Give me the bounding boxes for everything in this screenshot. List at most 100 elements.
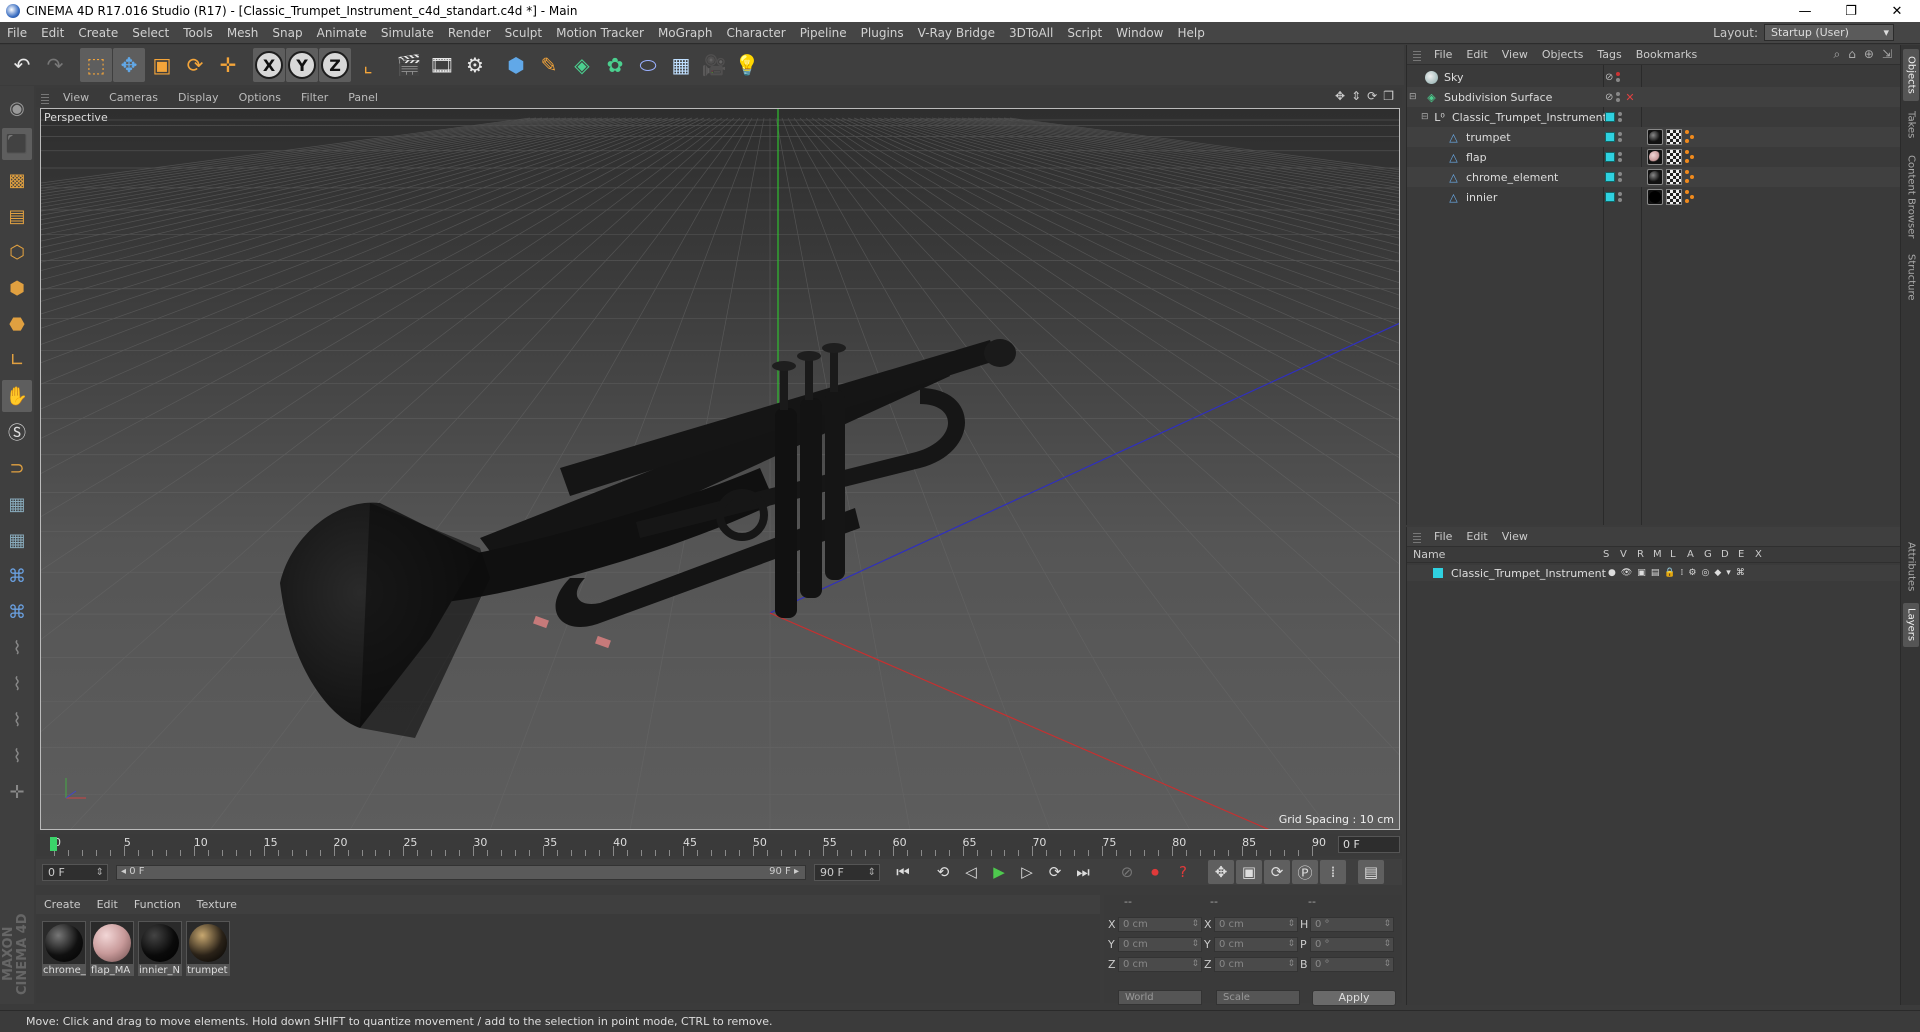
mograph-cloner-icon[interactable]: ✿: [599, 48, 631, 82]
model-mode-icon[interactable]: ⬛: [2, 128, 32, 160]
layer-column-manager[interactable]: M: [1653, 549, 1662, 560]
object-row-flap[interactable]: △ flap: [1407, 147, 1901, 167]
workplane-mode-icon[interactable]: ▤: [2, 200, 32, 232]
key-parameter-icon[interactable]: Ⓟ: [1292, 860, 1318, 884]
deformer-icon[interactable]: ⬭: [632, 48, 664, 82]
expand-icon[interactable]: ⇲: [1882, 47, 1892, 62]
rotation-h-field[interactable]: 0 °: [1310, 917, 1394, 932]
menu-snap[interactable]: Snap: [265, 26, 309, 40]
key-scale-icon[interactable]: ▣: [1236, 860, 1262, 884]
size-mode-dropdown[interactable]: Scale: [1216, 990, 1300, 1005]
uvw-tag-icon[interactable]: [1666, 189, 1682, 205]
x-axis-lock-button[interactable]: X: [253, 48, 285, 82]
objects-menu-bookmarks[interactable]: Bookmarks: [1629, 48, 1704, 61]
z-axis-lock-button[interactable]: Z: [319, 48, 351, 82]
timeline-playhead[interactable]: [50, 837, 57, 851]
layer-color-swatch[interactable]: [1605, 172, 1615, 182]
layer-column-generators[interactable]: G: [1704, 549, 1712, 560]
layer-row[interactable]: Classic_Trumpet_Instrument ● 👁 ▣ ▤ 🔒 ⁞ ⚙ ◎ ◆ ▾ ⌘: [1407, 565, 1901, 581]
uvw-tag-icon[interactable]: [1666, 149, 1682, 165]
coordinate-space-dropdown[interactable]: World: [1118, 990, 1202, 1005]
floor-scene-icon[interactable]: ▦: [665, 48, 697, 82]
tab-layers[interactable]: Layers: [1903, 603, 1919, 647]
menu-sculpt[interactable]: Sculpt: [498, 26, 549, 40]
close-button[interactable]: ✕: [1874, 0, 1920, 22]
viewport-menu-filter[interactable]: Filter: [291, 91, 338, 104]
viewport-move-icon[interactable]: ✥: [1335, 89, 1345, 103]
timeline[interactable]: 0 5 10 15 20 25 30 35 40 45 50 55 60 65 70 75 80 85 90 0 F: [36, 834, 1402, 856]
layers-menu-view[interactable]: View: [1495, 530, 1535, 543]
size-y-field[interactable]: 0 cm: [1214, 937, 1298, 952]
play-icon[interactable]: ▶: [986, 860, 1012, 884]
menu-pipeline[interactable]: Pipeline: [793, 26, 854, 40]
rotation-b-field[interactable]: 0 °: [1310, 957, 1394, 972]
menu-select[interactable]: Select: [125, 26, 176, 40]
uvw-tag-icon[interactable]: [1666, 169, 1682, 185]
next-frame-icon[interactable]: ▷: [1014, 860, 1040, 884]
layer-color-swatch[interactable]: [1433, 568, 1443, 578]
layer-column-xref[interactable]: X: [1755, 549, 1762, 560]
end-frame-field[interactable]: 90 F: [814, 863, 880, 881]
material-menu-create[interactable]: Create: [36, 898, 89, 911]
paint-tool-icon[interactable]: ⌇: [2, 668, 32, 700]
tweak-mode-icon[interactable]: ✋: [2, 380, 32, 412]
rotation-p-field[interactable]: 0 °: [1310, 937, 1394, 952]
layer-color-swatch[interactable]: [1605, 152, 1615, 162]
render-settings-icon[interactable]: ⚙: [459, 48, 491, 82]
viewport-menu-panel[interactable]: Panel: [338, 91, 388, 104]
tab-takes[interactable]: Takes: [1903, 105, 1919, 145]
subdivision-icon[interactable]: ◈: [566, 48, 598, 82]
menu-file[interactable]: File: [0, 26, 34, 40]
objects-menu-view[interactable]: View: [1495, 48, 1535, 61]
texture-mode-icon[interactable]: ▩: [2, 164, 32, 196]
layer-column-render[interactable]: R: [1637, 549, 1644, 560]
live-selection-icon[interactable]: ⬚: [80, 48, 112, 82]
menu-help[interactable]: Help: [1170, 26, 1211, 40]
menu-tools[interactable]: Tools: [176, 26, 220, 40]
move-tool-icon[interactable]: ✥: [113, 48, 145, 82]
python-script-icon[interactable]: ⌘: [2, 596, 32, 628]
object-row-sky[interactable]: Sky ⊘: [1407, 67, 1901, 87]
objects-menu-objects[interactable]: Objects: [1535, 48, 1591, 61]
layers-menu-file[interactable]: File: [1427, 530, 1459, 543]
menu-render[interactable]: Render: [441, 26, 498, 40]
menu-simulate[interactable]: Simulate: [374, 26, 441, 40]
material-innier[interactable]: innier_N: [138, 921, 182, 976]
workplane-grid-icon[interactable]: ▦: [2, 524, 32, 556]
position-z-field[interactable]: 0 cm: [1118, 957, 1202, 972]
layer-flag-icons[interactable]: ● 👁 ▣ ▤ 🔒 ⁞ ⚙ ◎ ◆ ▾ ⌘: [1608, 568, 1745, 578]
goto-end-icon[interactable]: ⏭: [1070, 860, 1096, 884]
brush-tool-icon[interactable]: ⌇: [2, 704, 32, 736]
edit-tag-icon[interactable]: ⊘: [1605, 92, 1613, 103]
scale-tool-icon[interactable]: ▣: [146, 48, 178, 82]
snap-icon[interactable]: Ⓢ: [2, 416, 32, 448]
viewport-menu-cameras[interactable]: Cameras: [99, 91, 168, 104]
layer-column-animation[interactable]: A: [1687, 549, 1694, 560]
viewport-rotate-icon[interactable]: ⟳: [1367, 89, 1377, 103]
layer-color-swatch[interactable]: [1605, 192, 1615, 202]
material-tag-icon[interactable]: [1647, 129, 1663, 145]
coordinate-system-icon[interactable]: ⌞: [352, 48, 384, 82]
cube-primitive-icon[interactable]: ⬢: [500, 48, 532, 82]
object-row-trumpet[interactable]: △ trumpet: [1407, 127, 1901, 147]
material-tag-icon[interactable]: [1647, 149, 1663, 165]
material-tag-icon[interactable]: [1647, 169, 1663, 185]
record-active-icon[interactable]: ⏺: [1142, 860, 1168, 884]
layers-menu-edit[interactable]: Edit: [1459, 530, 1494, 543]
material-trumpet[interactable]: trumpet: [186, 921, 230, 976]
size-x-field[interactable]: 0 cm: [1214, 917, 1298, 932]
home-icon[interactable]: ⌂: [1848, 47, 1856, 62]
bend-tool-icon[interactable]: ⌇: [2, 632, 32, 664]
layer-column-deformers[interactable]: D: [1721, 549, 1729, 560]
redo-icon[interactable]: ↷: [39, 48, 71, 82]
polygons-mode-icon[interactable]: ⬣: [2, 308, 32, 340]
move-plus-icon[interactable]: ✛: [212, 48, 244, 82]
points-mode-icon[interactable]: ⬡: [2, 236, 32, 268]
menu-edit[interactable]: Edit: [34, 26, 71, 40]
key-position-icon[interactable]: ✥: [1208, 860, 1234, 884]
new-view-icon[interactable]: ⊕: [1864, 47, 1874, 62]
key-rotation-icon[interactable]: ⟳: [1264, 860, 1290, 884]
magnet-icon[interactable]: ⊃: [2, 452, 32, 484]
light-icon[interactable]: 💡: [731, 48, 763, 82]
viewport-menu-options[interactable]: Options: [229, 91, 291, 104]
